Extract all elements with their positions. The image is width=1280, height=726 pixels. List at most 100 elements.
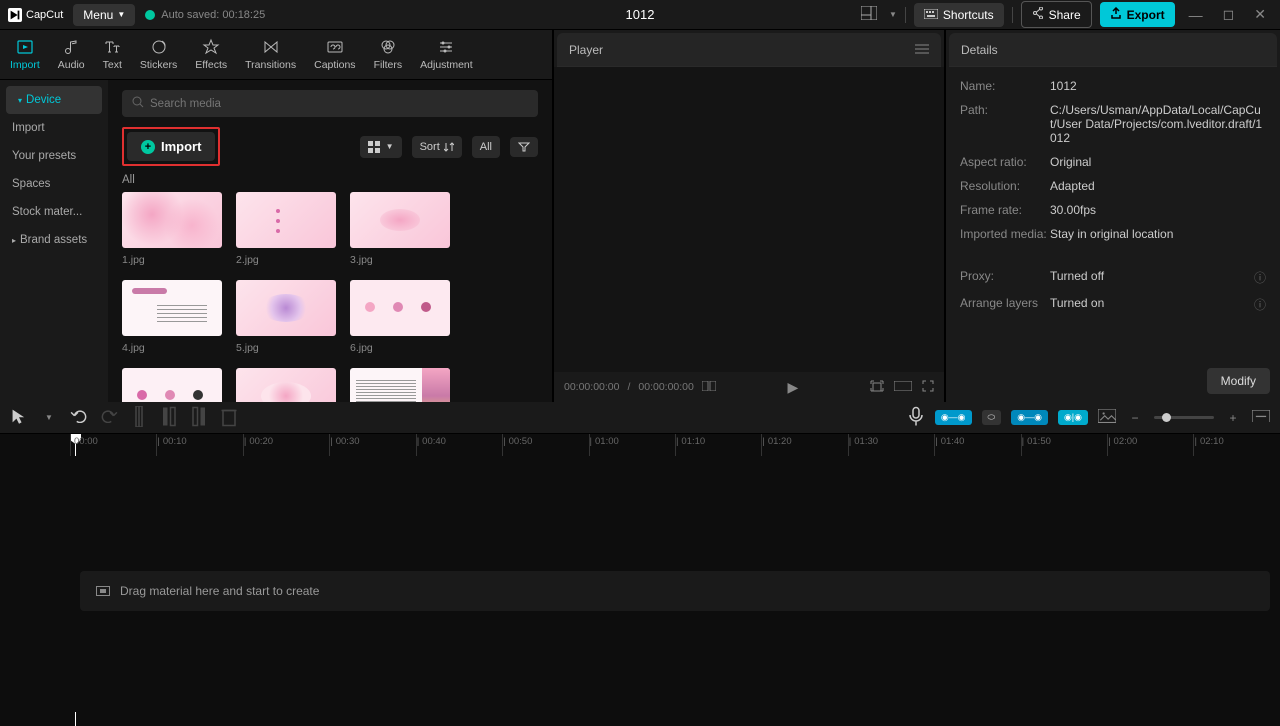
view-mode-button[interactable]: ▼ [360,136,402,158]
media-icon [96,586,110,596]
ratio-icon[interactable] [894,381,912,394]
chevron-down-icon[interactable]: ▼ [40,413,58,422]
compare-icon[interactable] [702,381,716,394]
export-icon [1110,7,1122,22]
detail-label: Path: [960,103,1050,145]
media-item[interactable]: 1.jpg [122,192,222,266]
link-icon[interactable]: ⬭ [982,410,1002,425]
title-bar: CapCut Menu ▼ Auto saved: 00:18:25 1012 … [0,0,1280,30]
tab-effects[interactable]: Effects [195,36,227,73]
info-icon[interactable]: ⓘ [1254,269,1266,286]
media-item[interactable]: 2.jpg [236,192,336,266]
sidebar-item-spaces[interactable]: Spaces [0,170,108,198]
trim-right-icon[interactable] [190,406,208,430]
player-controls: 00:00:00:00 / 00:00:00:00 ▶ [554,372,944,402]
stickers-icon [150,38,168,56]
tab-captions[interactable]: Captions [314,36,355,73]
details-panel: Details Name:1012 Path:C:/Users/Usman/Ap… [946,30,1280,402]
import-button[interactable]: + Import [127,132,215,161]
media-panel: Import Audio Text Stickers Effects Trans… [0,30,554,402]
detail-label: Arrange layers [960,296,1050,313]
details-header: Details [949,33,1277,67]
layout-icon[interactable] [857,6,881,23]
pointer-icon[interactable] [10,407,28,428]
logo-icon [8,8,22,22]
side-nav: ▾Device Import Your presets Spaces Stock… [0,80,108,402]
fit-icon[interactable] [1252,410,1270,426]
export-button[interactable]: Export [1100,2,1175,27]
delete-icon[interactable] [220,406,238,430]
modify-button[interactable]: Modify [1207,368,1270,394]
sidebar-item-import[interactable]: Import [0,114,108,142]
tab-transitions[interactable]: Transitions [245,36,296,73]
close-button[interactable]: ✕ [1248,6,1272,23]
caret-down-icon: ▾ [18,96,22,105]
menu-button[interactable]: Menu ▼ [73,4,135,26]
menu-icon[interactable] [915,43,929,57]
media-item[interactable]: 3.jpg [350,192,450,266]
shortcuts-button[interactable]: Shortcuts [914,3,1004,27]
share-icon [1032,7,1044,22]
tab-text[interactable]: Text [103,36,122,73]
chevron-down-icon: ▼ [386,142,394,151]
zoom-in-icon[interactable]: + [1224,411,1242,425]
tab-filters[interactable]: Filters [374,36,403,73]
time-current: 00:00:00:00 [564,381,619,393]
filter-button[interactable] [510,137,538,157]
redo-icon[interactable] [100,409,118,426]
sidebar-item-stock[interactable]: Stock mater... [0,198,108,226]
mic-icon[interactable] [907,406,925,430]
preview-icon[interactable]: ◉|◉ [1058,410,1088,425]
adjustment-icon [437,38,455,56]
snapshot-icon[interactable] [870,380,884,395]
tab-stickers[interactable]: Stickers [140,36,177,73]
media-item[interactable]: 9.jpg [350,368,450,402]
maximize-button[interactable]: ◻ [1217,6,1241,23]
transitions-icon [262,38,280,56]
tool-tabs: Import Audio Text Stickers Effects Trans… [0,30,552,80]
search-input-wrapper[interactable] [122,90,538,117]
import-highlight: + Import [122,127,220,166]
undo-icon[interactable] [70,409,88,426]
search-input[interactable] [150,98,528,110]
detail-label: Frame rate: [960,203,1050,217]
media-item[interactable]: 7.jpg [122,368,222,402]
sort-button[interactable]: Sort [412,136,462,158]
timeline-tracks[interactable]: Drag material here and start to create [0,456,1280,712]
detail-value-framerate: 30.00fps [1050,203,1266,217]
zoom-out-icon[interactable]: − [1126,411,1144,425]
chevron-down-icon[interactable]: ▼ [889,10,897,19]
media-browser: + Import ▼ Sort All [108,80,552,402]
section-label: All [122,174,538,186]
play-button[interactable]: ▶ [788,379,799,396]
info-icon[interactable]: ⓘ [1254,296,1266,313]
filter-all-button[interactable]: All [472,136,500,158]
media-item[interactable]: 6.jpg [350,280,450,354]
zoom-slider[interactable] [1154,416,1214,419]
magnet-icon[interactable]: ◉―◉ [935,410,972,425]
detail-label: Resolution: [960,179,1050,193]
media-item[interactable]: 4.jpg [122,280,222,354]
trim-left-icon[interactable] [160,406,178,430]
player-viewport[interactable] [554,67,944,372]
share-button[interactable]: Share [1021,1,1092,28]
sidebar-item-device[interactable]: ▾Device [6,86,102,114]
sidebar-item-presets[interactable]: Your presets [0,142,108,170]
fullscreen-icon[interactable] [922,380,934,395]
timeline-ruler[interactable]: 00:00 |00:10 |00:20 |00:30 |00:40 |00:50… [0,434,1280,456]
cover-icon[interactable] [1098,409,1116,426]
split-icon[interactable] [130,406,148,430]
snap-icon[interactable]: ◉―◉ [1011,410,1048,425]
detail-value-imported: Stay in original location [1050,227,1266,241]
tab-adjustment[interactable]: Adjustment [420,36,473,73]
sidebar-item-brand[interactable]: ▸Brand assets [0,226,108,254]
audio-icon [62,38,80,56]
search-icon [132,96,144,111]
drop-hint: Drag material here and start to create [80,571,1270,611]
media-item[interactable]: 5.jpg [236,280,336,354]
tab-import[interactable]: Import [10,36,40,73]
tab-audio[interactable]: Audio [58,36,85,73]
autosave-indicator-icon [145,10,155,20]
media-item[interactable]: 8.jpg [236,368,336,402]
minimize-button[interactable]: — [1183,7,1209,23]
